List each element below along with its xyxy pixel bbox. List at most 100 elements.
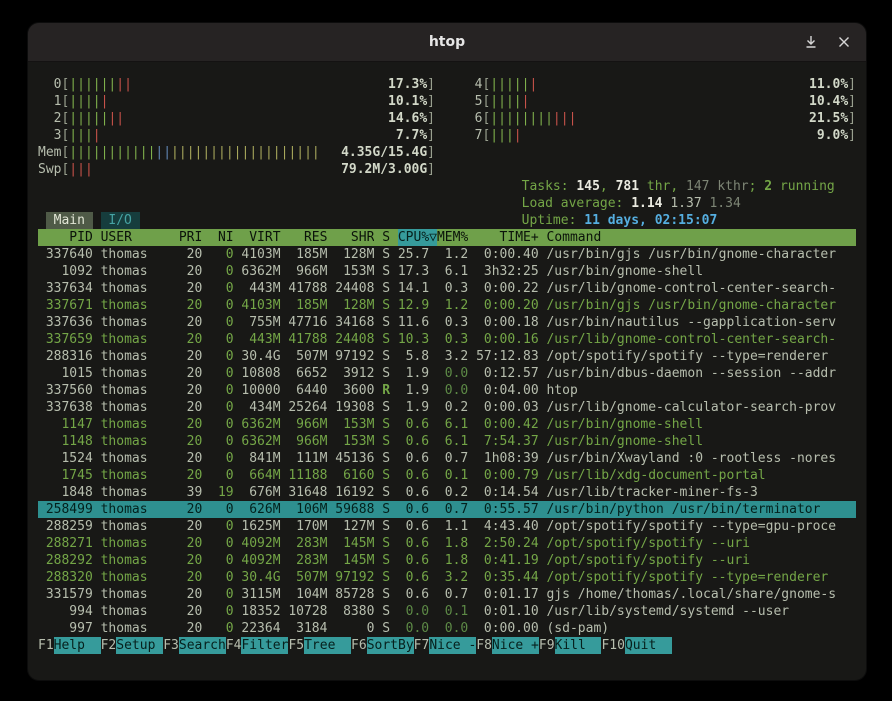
fnkey-item[interactable]: F10Quit: [601, 637, 671, 654]
cell-ni: 0: [210, 280, 233, 297]
process-row[interactable]: 337659thomas200443M4178824408S10.30.30:0…: [38, 331, 856, 348]
fnkey-item[interactable]: F9Kill: [539, 637, 602, 654]
cell-state: S: [382, 569, 390, 586]
cell-cpu: 0.6: [398, 569, 429, 586]
col-header-pid[interactable]: PID: [38, 229, 93, 246]
meter-bar-green: |||: [69, 128, 92, 143]
cell-time: 0:12.57: [476, 365, 539, 382]
col-header-virt[interactable]: VIRT: [241, 229, 280, 246]
fnkey-item[interactable]: F7Nice -: [414, 637, 477, 654]
cell-pid: 1848: [38, 484, 93, 501]
col-header-cpu-sort[interactable]: CPU%▽: [398, 229, 437, 246]
cell-ni: 0: [210, 620, 233, 637]
col-header-state[interactable]: S: [382, 229, 390, 246]
cell-user: thomas: [101, 280, 171, 297]
meter-bar-green: |||||||||||: [69, 145, 155, 160]
process-row[interactable]: 1745thomas200664M111886160S0.60.10:00.79…: [38, 467, 856, 484]
process-row[interactable]: 1092thomas2006362M966M153MS17.36.13h32:2…: [38, 263, 856, 280]
col-header-ni[interactable]: NI: [210, 229, 233, 246]
cell-cpu: 17.3: [398, 263, 429, 280]
process-row[interactable]: 258499thomas200626M106M59688S0.60.70:55.…: [38, 501, 856, 518]
process-row[interactable]: 994thomas20018352107288380S0.00.10:01.10…: [38, 603, 856, 620]
meter-bar-green: ||||||: [69, 77, 116, 92]
cell-shr: 3600: [335, 382, 374, 399]
cell-pid: 1148: [38, 433, 93, 450]
cell-command: (sd-pam): [546, 620, 856, 637]
cell-pri: 20: [179, 399, 202, 416]
cell-ni: 0: [210, 586, 233, 603]
cell-virt: 6362M: [241, 416, 280, 433]
titlebar[interactable]: htop: [28, 23, 866, 62]
cell-ni: 0: [210, 297, 233, 314]
download-button[interactable]: [804, 35, 818, 49]
col-header-shr[interactable]: SHR: [335, 229, 374, 246]
cell-time: 0:00.79: [476, 467, 539, 484]
cell-time: 0:00.03: [476, 399, 539, 416]
process-row[interactable]: 1148thomas2006362M966M153MS0.66.17:54.37…: [38, 433, 856, 450]
stat-segment: running: [772, 179, 835, 194]
process-row[interactable]: 288316thomas20030.4G507M97192S5.83.257:1…: [38, 348, 856, 365]
meter-label: 3: [38, 127, 61, 144]
cell-cpu: 1.9: [398, 382, 429, 399]
col-header-pri[interactable]: PRI: [179, 229, 202, 246]
cell-cpu: 14.1: [398, 280, 429, 297]
process-row[interactable]: 1848thomas3919676M3164816192S0.60.20:14.…: [38, 484, 856, 501]
col-header-mem[interactable]: MEM%: [437, 229, 468, 246]
meter-label: 0: [38, 76, 61, 93]
cell-state: R: [382, 382, 390, 399]
tab-main[interactable]: Main: [46, 212, 93, 229]
cell-pid: 997: [38, 620, 93, 637]
cell-shr: 127M: [335, 518, 374, 535]
fnkey-item[interactable]: F3Search: [163, 637, 226, 654]
cell-mem: 0.1: [437, 603, 468, 620]
cell-mem: 6.1: [437, 433, 468, 450]
fnkey-item[interactable]: F4Filter: [226, 637, 289, 654]
process-row[interactable]: 337636thomas200755M4771634168S11.60.30:0…: [38, 314, 856, 331]
cell-mem: 1.2: [437, 297, 468, 314]
cell-command: /opt/spotify/spotify --type=renderer: [546, 348, 856, 365]
process-row[interactable]: 331579thomas2003115M104M85728S0.60.70:01…: [38, 586, 856, 603]
process-row[interactable]: 337671thomas2004103M185M128MS12.91.20:00…: [38, 297, 856, 314]
process-row[interactable]: 288271thomas2004092M283M145MS0.61.82:50.…: [38, 535, 856, 552]
process-row[interactable]: 337560thomas2001000064403600R1.90.00:04.…: [38, 382, 856, 399]
meter-label: 2: [38, 110, 61, 127]
stat-segment: kthr: [710, 179, 749, 194]
process-row[interactable]: 1015thomas2001080866523912S1.90.00:12.57…: [38, 365, 856, 382]
fnkey-number: F10: [601, 637, 624, 654]
process-row[interactable]: 997thomas2002236431840S0.00.00:00.00(sd-…: [38, 620, 856, 637]
cell-res: 104M: [288, 586, 327, 603]
cell-shr: 24408: [335, 280, 374, 297]
fnkey-item[interactable]: F5Tree: [288, 637, 351, 654]
close-button[interactable]: [838, 36, 850, 48]
cell-shr: 19308: [335, 399, 374, 416]
meter-open-bracket: [: [61, 110, 69, 127]
htop-screen: 0[||||||||17.3%]1[|||||10.1%]2[|||||||14…: [28, 62, 866, 654]
cell-state: S: [382, 314, 390, 331]
fnkey-item[interactable]: F6SortBy: [351, 637, 414, 654]
process-row[interactable]: 1524thomas200841M111M45136S0.60.71h08:39…: [38, 450, 856, 467]
cell-state: S: [382, 297, 390, 314]
cell-shr: 0: [335, 620, 374, 637]
fnkey-item[interactable]: F1Help: [38, 637, 101, 654]
process-list: 337640thomas2004103M185M128MS25.71.20:00…: [38, 246, 856, 637]
process-row[interactable]: 337634thomas200443M4178824408S14.10.30:0…: [38, 280, 856, 297]
col-header-command[interactable]: Command: [547, 229, 857, 246]
process-row[interactable]: 337640thomas2004103M185M128MS25.71.20:00…: [38, 246, 856, 263]
fnkey-item[interactable]: F2Setup: [101, 637, 164, 654]
cell-command: /usr/bin/Xwayland :0 -rootless -nores: [546, 450, 856, 467]
col-header-time[interactable]: TIME+: [476, 229, 539, 246]
process-row[interactable]: 288259thomas2001625M170M127MS0.61.14:43.…: [38, 518, 856, 535]
process-row[interactable]: 288320thomas20030.4G507M97192S0.63.20:35…: [38, 569, 856, 586]
col-header-user[interactable]: USER: [101, 229, 171, 246]
fnkey-number: F5: [288, 637, 304, 654]
fnkey-item[interactable]: F8Nice +: [476, 637, 539, 654]
col-header-res[interactable]: RES: [288, 229, 327, 246]
process-row[interactable]: 1147thomas2006362M966M153MS0.66.10:00.42…: [38, 416, 856, 433]
process-row[interactable]: 337638thomas200434M2526419308S1.90.20:00…: [38, 399, 856, 416]
stat-segment: ,: [670, 179, 686, 194]
cell-user: thomas: [101, 586, 171, 603]
meter-bar-red: |||: [69, 162, 92, 177]
process-row[interactable]: 288292thomas2004092M283M145MS0.61.80:41.…: [38, 552, 856, 569]
tab-io[interactable]: I/O: [101, 212, 140, 229]
cell-res: 41788: [288, 280, 327, 297]
